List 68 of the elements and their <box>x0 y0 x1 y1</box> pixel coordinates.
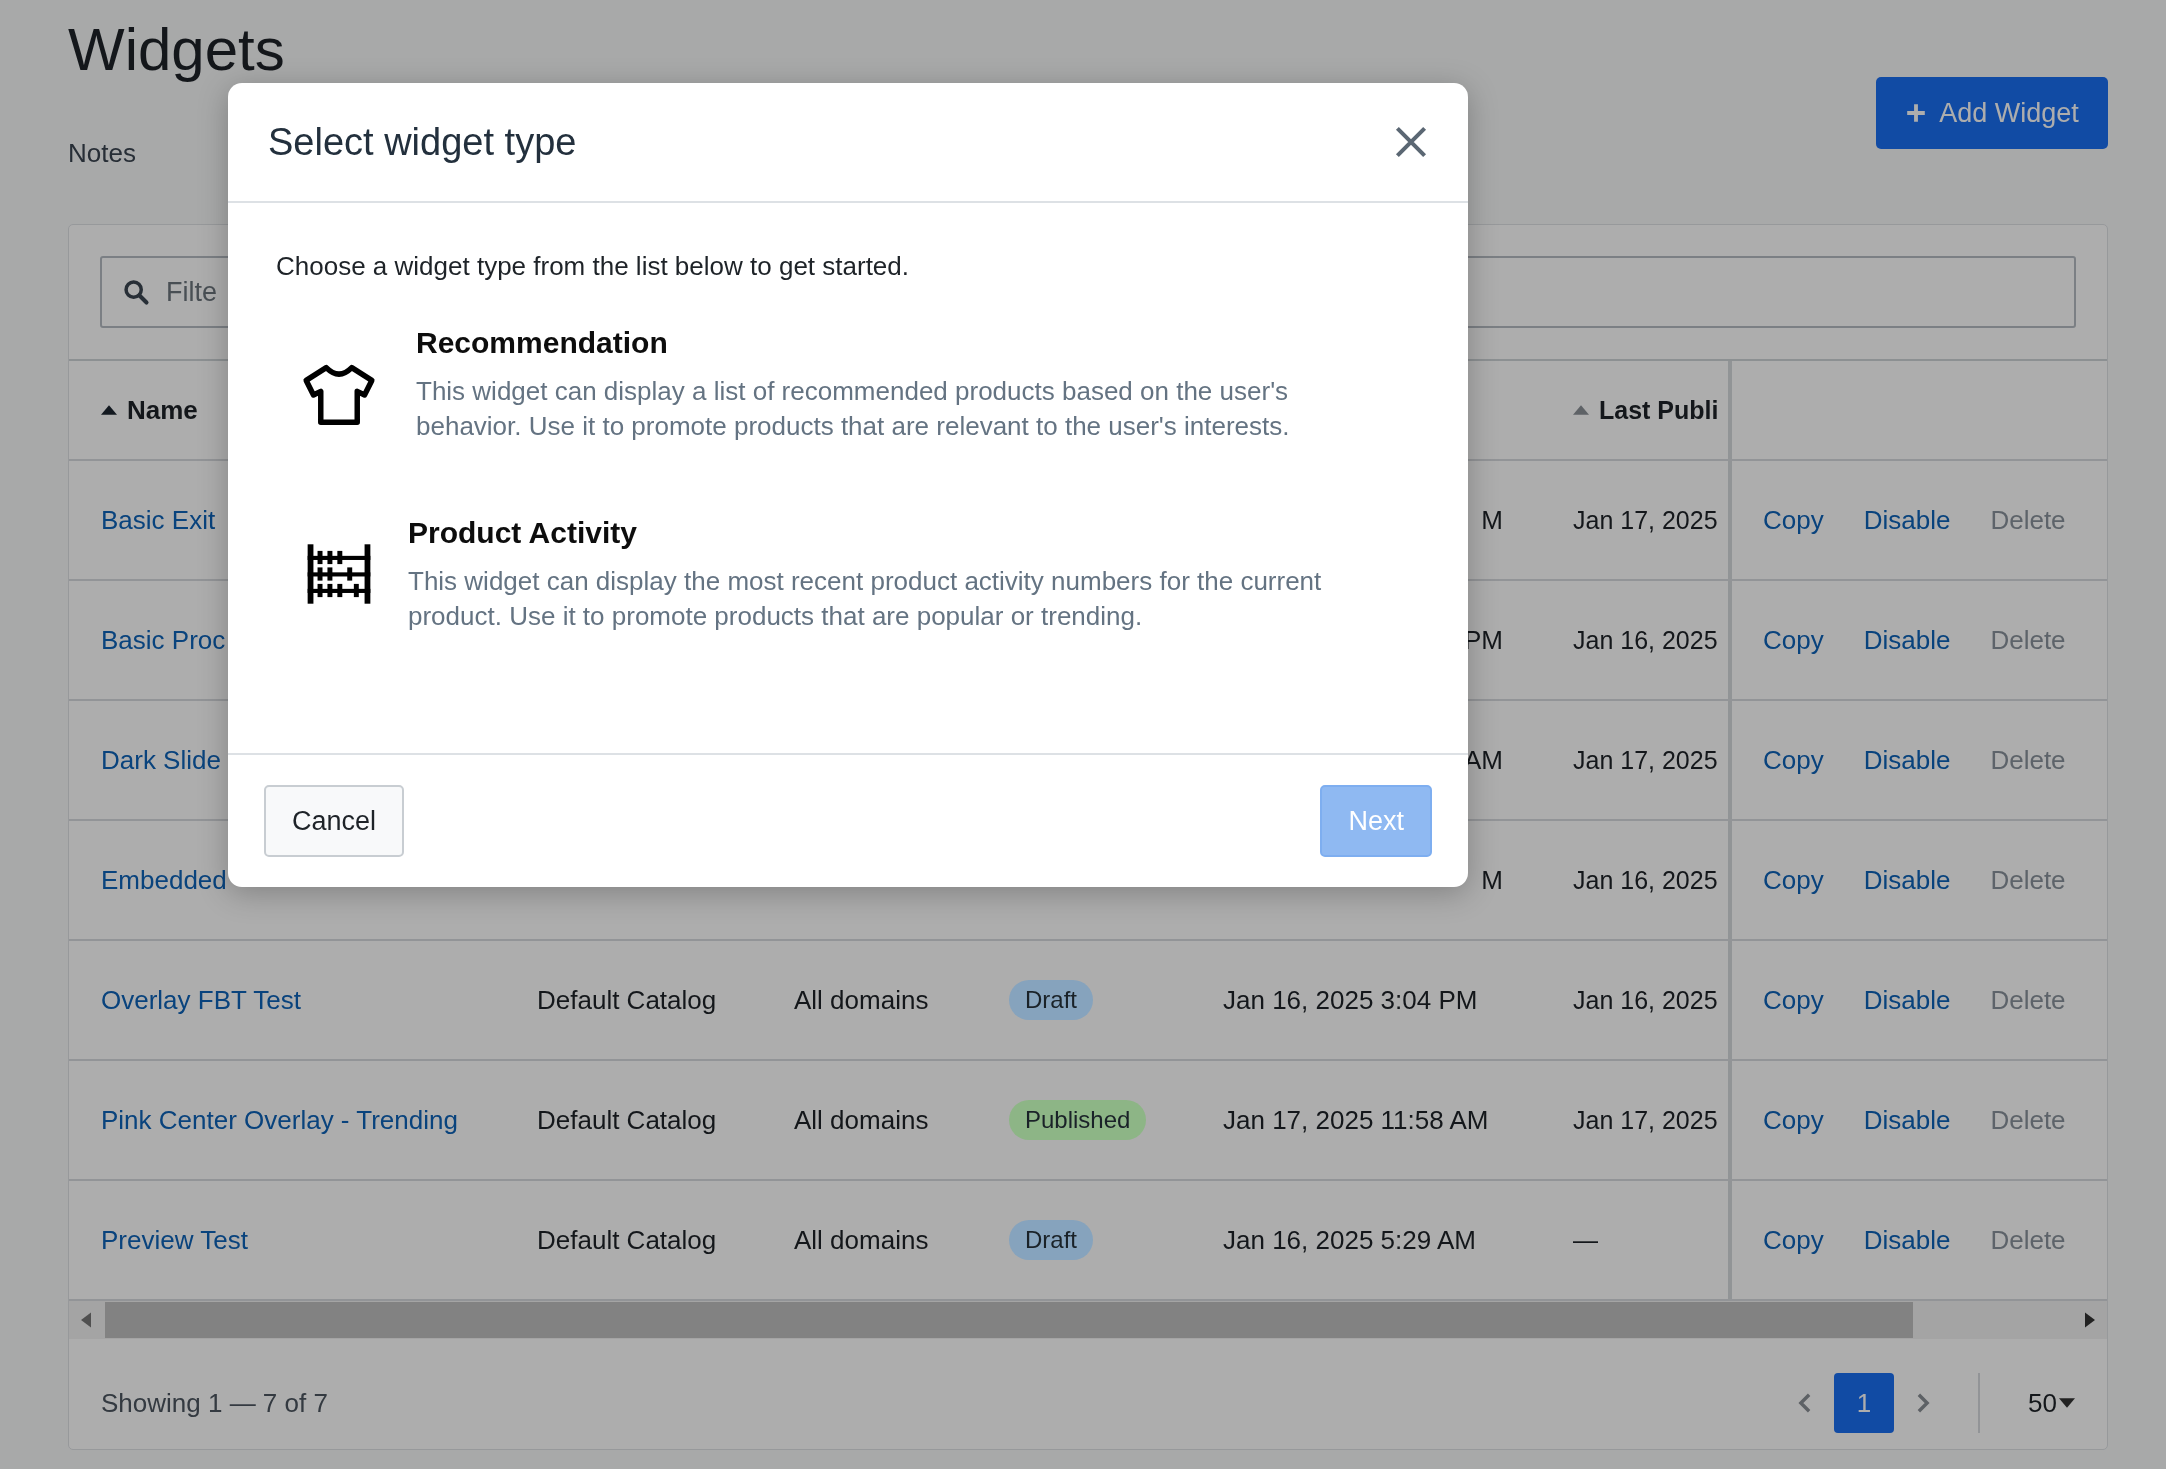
domains-cell: All domains <box>794 1224 929 1256</box>
last-published-cell: Jan 16, 2025 <box>1573 985 1718 1015</box>
row-action-link[interactable]: Disable <box>1863 504 1951 536</box>
widget-name-link[interactable]: Preview Test <box>101 1224 248 1256</box>
widget-name-link[interactable]: Basic Exit <box>101 504 216 536</box>
row-action-link[interactable]: Disable <box>1863 864 1951 896</box>
add-widget-button[interactable]: Add Widget <box>1876 77 2108 149</box>
row-action-link[interactable]: Copy <box>1763 744 1824 776</box>
widget-type-description: This widget can display the most recent product activity numbers for the current product. Use it to promote products that are popular or trending. <box>408 565 1323 633</box>
sort-caret-icon <box>101 405 117 415</box>
catalog-cell: Default Catalog <box>537 984 717 1016</box>
row-action-link[interactable]: Copy <box>1763 504 1824 536</box>
chevron-left-icon[interactable] <box>1798 1392 1813 1414</box>
widget-type-description: This widget can display a list of recommended products based on the user's behavior. Use it to promote products that are relevant to the user's interests. <box>416 375 1291 443</box>
widget-name-link[interactable]: Overlay FBT Test <box>101 984 301 1016</box>
first-published-cell: M <box>1481 864 1503 896</box>
row-action-link[interactable]: Copy <box>1763 624 1824 656</box>
row-action-link[interactable]: Copy <box>1763 1224 1824 1256</box>
plus-icon <box>1905 102 1928 124</box>
status-badge: Published <box>1009 1100 1147 1140</box>
status-badge: Draft <box>1009 1220 1093 1260</box>
modal-title: Select widget type <box>268 120 577 164</box>
widget-type-title[interactable]: Product Activity <box>408 516 1368 550</box>
sort-caret-icon <box>1573 405 1589 415</box>
shirt-icon <box>302 364 376 426</box>
page-button[interactable]: 1 <box>1834 1373 1895 1433</box>
row-action-link[interactable]: Disable <box>1863 624 1951 656</box>
modal-intro: Choose a widget type from the list below to get started. <box>276 251 910 282</box>
row-action-link[interactable]: Copy <box>1763 864 1824 896</box>
page-title: Widgets <box>68 18 285 82</box>
last-published-cell: Jan 17, 2025 <box>1573 505 1718 535</box>
close-icon[interactable] <box>1394 125 1428 159</box>
first-published-cell: M <box>1481 504 1503 536</box>
last-published-cell: — <box>1573 1225 1598 1255</box>
domains-cell: All domains <box>794 1104 929 1136</box>
domains-cell: All domains <box>794 984 929 1016</box>
catalog-cell: Default Catalog <box>537 1224 717 1256</box>
row-action-link[interactable]: Disable <box>1863 1104 1951 1136</box>
page-size-select[interactable]: 50 <box>2028 1387 2075 1419</box>
results-summary: Showing 1 — 7 of 7 <box>101 1387 328 1419</box>
cancel-button[interactable]: Cancel <box>264 785 405 857</box>
column-header[interactable]: Last Publi <box>1573 395 1719 425</box>
first-published-cell: Jan 16, 2025 3:04 PM <box>1223 984 1478 1016</box>
widget-name-link[interactable]: Embedded <box>101 864 227 896</box>
row-action-link[interactable]: Copy <box>1763 1104 1824 1136</box>
abacus-icon <box>306 544 372 604</box>
row-action-link[interactable]: Copy <box>1763 984 1824 1016</box>
scroll-right-icon <box>2085 1312 2095 1328</box>
caret-icon <box>2059 1398 2075 1408</box>
horizontal-scrollbar[interactable] <box>69 1301 2107 1339</box>
first-published-cell: Jan 17, 2025 11:58 AM <box>1223 1104 1489 1136</box>
scroll-left-icon <box>81 1312 91 1328</box>
column-header[interactable]: Name <box>101 394 198 426</box>
chevron-right-icon[interactable] <box>1916 1392 1931 1414</box>
catalog-cell: Default Catalog <box>537 1104 717 1136</box>
status-badge: Draft <box>1009 980 1093 1020</box>
widget-name-link[interactable]: Dark Slide <box>101 744 221 776</box>
last-published-cell: Jan 16, 2025 <box>1573 625 1718 655</box>
row-action-link[interactable]: Disable <box>1863 744 1951 776</box>
widget-type-title[interactable]: Recommendation <box>416 326 1376 360</box>
row-action-link[interactable]: Disable <box>1863 1224 1951 1256</box>
row-action-link[interactable]: Disable <box>1863 984 1951 1016</box>
widget-name-link[interactable]: Pink Center Overlay - Trending <box>101 1104 458 1136</box>
last-published-cell: Jan 17, 2025 <box>1573 1105 1718 1135</box>
first-published-cell: Jan 16, 2025 5:29 AM <box>1223 1224 1476 1256</box>
last-published-cell: Jan 16, 2025 <box>1573 865 1718 895</box>
widget-name-link[interactable]: Basic Proc <box>101 624 226 656</box>
last-published-cell: Jan 17, 2025 <box>1573 745 1718 775</box>
